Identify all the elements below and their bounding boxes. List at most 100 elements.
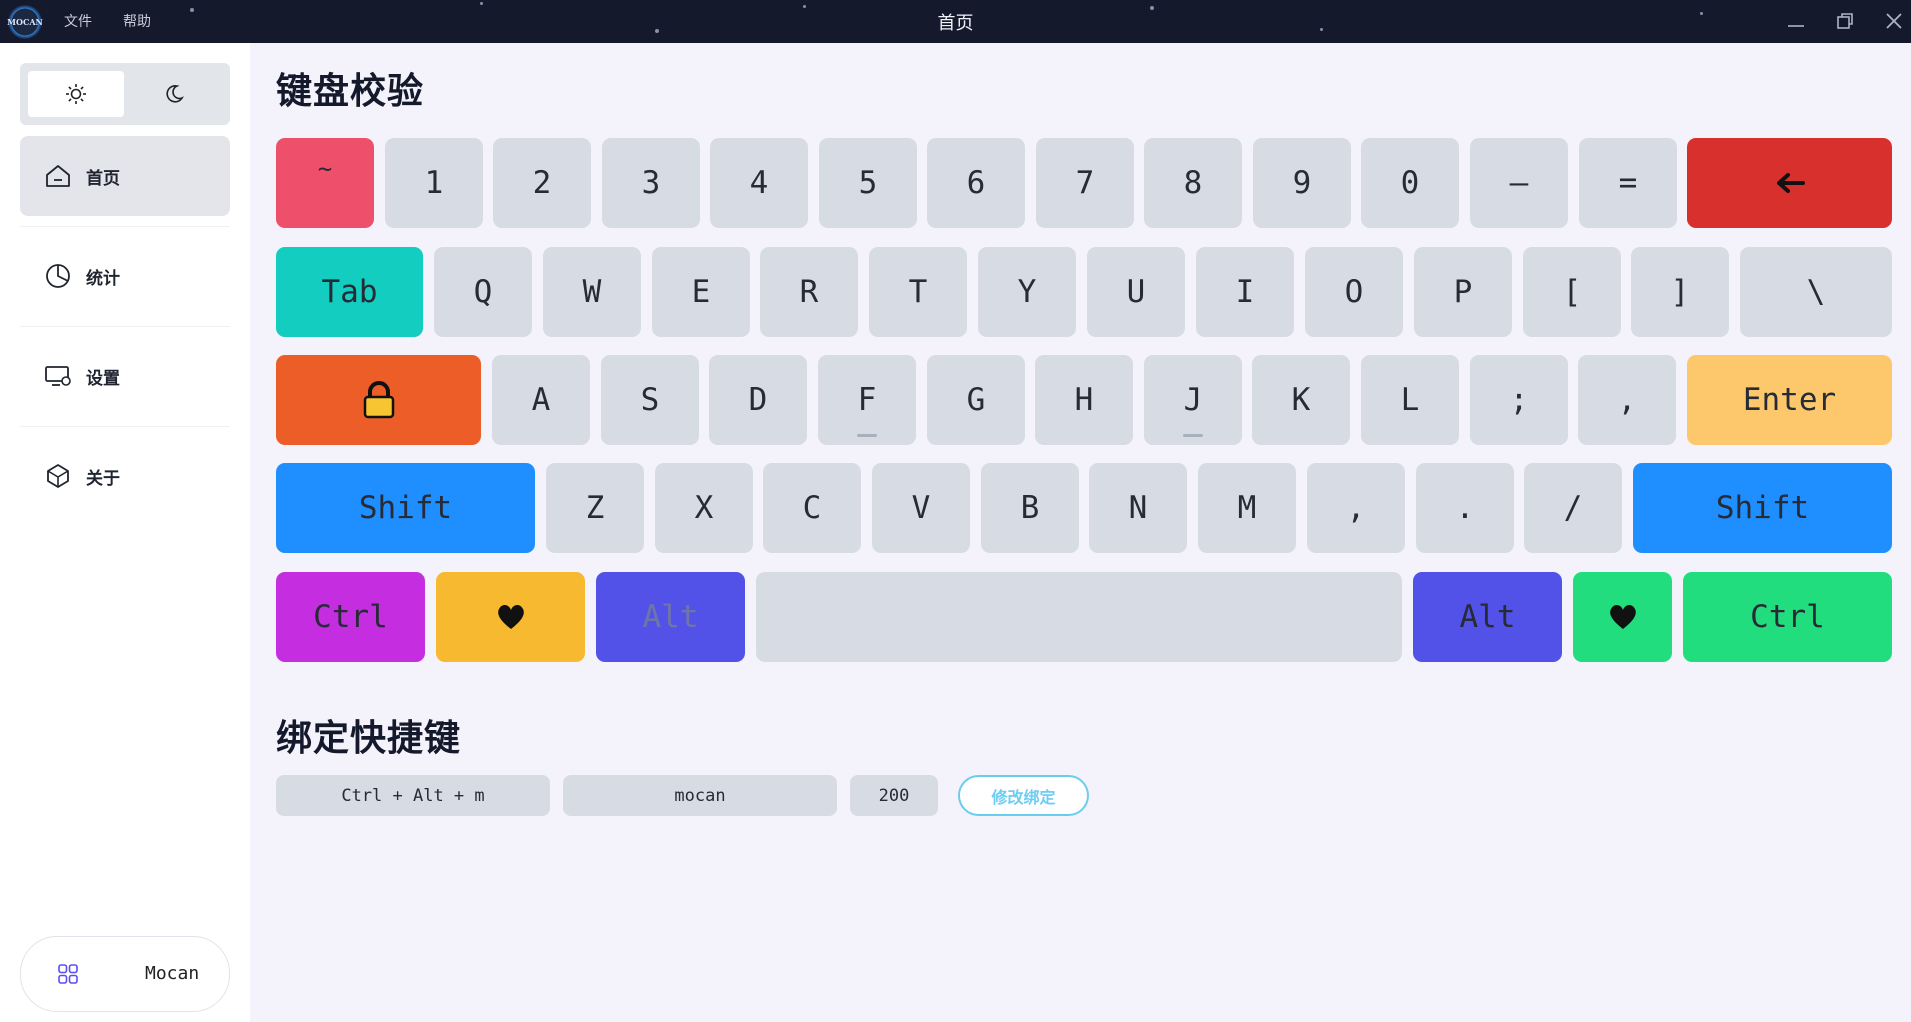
sidebar-item-label: 统计: [86, 268, 120, 289]
delay-field[interactable]: 200: [850, 775, 938, 816]
key-3-9[interactable]: .: [1416, 463, 1514, 553]
minimize-button[interactable]: [1785, 10, 1807, 32]
key-2-8[interactable]: K: [1252, 355, 1350, 445]
key-label: U: [1126, 274, 1146, 310]
key-1-6[interactable]: Y: [978, 247, 1076, 337]
close-button[interactable]: [1883, 10, 1905, 32]
key-3-1[interactable]: Z: [546, 463, 644, 553]
key-4-2[interactable]: Alt: [596, 572, 745, 662]
user-card[interactable]: Mocan: [20, 936, 230, 1012]
key-2-10[interactable]: ;: [1470, 355, 1568, 445]
key-label: ]: [1670, 274, 1690, 310]
key-label: Ctrl: [1750, 599, 1825, 635]
key-label: Enter: [1742, 382, 1837, 418]
key-0-1[interactable]: 1: [385, 138, 483, 228]
key-label: N: [1128, 490, 1148, 526]
key-label: Z: [585, 490, 605, 526]
key-0-0[interactable]: ~: [276, 138, 374, 228]
key-2-1[interactable]: A: [492, 355, 590, 445]
key-0-10[interactable]: 0: [1361, 138, 1459, 228]
key-0-4[interactable]: 4: [710, 138, 808, 228]
dark-theme-button[interactable]: [126, 71, 222, 117]
window-title: 首页: [937, 13, 974, 34]
key-1-5[interactable]: T: [869, 247, 967, 337]
key-0-2[interactable]: 2: [493, 138, 591, 228]
key-2-3[interactable]: D: [709, 355, 807, 445]
key-3-2[interactable]: X: [655, 463, 753, 553]
key-2-4[interactable]: F: [818, 355, 916, 445]
app-logo: MOCAN: [7, 5, 43, 39]
key-label: V: [911, 490, 931, 526]
key-1-4[interactable]: R: [760, 247, 858, 337]
key-3-0[interactable]: Shift: [276, 463, 535, 553]
key-label: G: [966, 382, 986, 418]
key-2-2[interactable]: S: [601, 355, 699, 445]
restore-button[interactable]: [1834, 10, 1856, 32]
key-4-5[interactable]: [1573, 572, 1672, 662]
key-1-7[interactable]: U: [1087, 247, 1185, 337]
sun-icon: [66, 84, 86, 104]
key-2-12[interactable]: Enter: [1687, 355, 1892, 445]
key-2-7[interactable]: J: [1144, 355, 1242, 445]
key-1-12[interactable]: ]: [1631, 247, 1729, 337]
key-0-12[interactable]: =: [1579, 138, 1677, 228]
modify-binding-button[interactable]: 修改绑定: [958, 775, 1089, 816]
sidebar-item-about[interactable]: 关于: [20, 436, 230, 516]
sidebar-item-settings[interactable]: 设置: [20, 336, 230, 416]
key-1-3[interactable]: E: [652, 247, 750, 337]
key-0-9[interactable]: 9: [1253, 138, 1351, 228]
key-0-3[interactable]: 3: [602, 138, 700, 228]
key-4-0[interactable]: Ctrl: [276, 572, 425, 662]
shortcut-field[interactable]: Ctrl + Alt + m: [276, 775, 550, 816]
sidebar-item-stats[interactable]: 统计: [20, 236, 230, 316]
light-theme-button[interactable]: [28, 71, 124, 117]
menu-file[interactable]: 文件: [64, 11, 92, 31]
key-3-11[interactable]: Shift: [1633, 463, 1892, 553]
key-label: /: [1563, 490, 1583, 526]
key-2-6[interactable]: H: [1035, 355, 1133, 445]
key-1-10[interactable]: P: [1414, 247, 1512, 337]
key-0-11[interactable]: –: [1470, 138, 1568, 228]
key-2-11[interactable]: ,: [1578, 355, 1676, 445]
key-1-1[interactable]: Q: [434, 247, 532, 337]
key-0-5[interactable]: 5: [819, 138, 917, 228]
key-3-7[interactable]: M: [1198, 463, 1296, 553]
binding-name-field[interactable]: mocan: [563, 775, 837, 816]
heart-icon: [496, 603, 526, 631]
key-1-9[interactable]: O: [1305, 247, 1403, 337]
key-0-6[interactable]: 6: [927, 138, 1025, 228]
key-0-13[interactable]: [1687, 138, 1892, 228]
key-2-0[interactable]: [276, 355, 481, 445]
key-3-3[interactable]: C: [763, 463, 861, 553]
key-label: Ctrl: [313, 599, 388, 635]
key-label: 8: [1183, 165, 1203, 201]
key-1-0[interactable]: Tab: [276, 247, 423, 337]
key-4-6[interactable]: Ctrl: [1683, 572, 1892, 662]
key-2-9[interactable]: L: [1361, 355, 1459, 445]
key-3-5[interactable]: B: [981, 463, 1079, 553]
key-1-11[interactable]: [: [1523, 247, 1621, 337]
key-2-5[interactable]: G: [927, 355, 1025, 445]
key-3-8[interactable]: ,: [1307, 463, 1405, 553]
key-1-2[interactable]: W: [543, 247, 641, 337]
key-label: Alt: [1459, 599, 1516, 635]
key-1-13[interactable]: \: [1740, 247, 1892, 337]
menu-help[interactable]: 帮助: [123, 11, 151, 31]
key-0-8[interactable]: 8: [1144, 138, 1242, 228]
key-label: B: [1020, 490, 1040, 526]
key-3-4[interactable]: V: [872, 463, 970, 553]
grid-icon: [58, 964, 78, 984]
key-label: ~: [317, 155, 333, 183]
sidebar-item-home[interactable]: 首页: [20, 136, 230, 216]
key-label: 0: [1400, 165, 1420, 201]
key-1-8[interactable]: I: [1196, 247, 1294, 337]
key-0-7[interactable]: 7: [1036, 138, 1134, 228]
home-icon: [46, 165, 70, 187]
key-3-6[interactable]: N: [1089, 463, 1187, 553]
key-4-4[interactable]: Alt: [1413, 572, 1562, 662]
sidebar-item-label: 关于: [86, 468, 120, 489]
key-3-10[interactable]: /: [1524, 463, 1622, 553]
key-label: .: [1455, 490, 1475, 526]
key-4-1[interactable]: [436, 572, 585, 662]
key-4-3[interactable]: [756, 572, 1402, 662]
